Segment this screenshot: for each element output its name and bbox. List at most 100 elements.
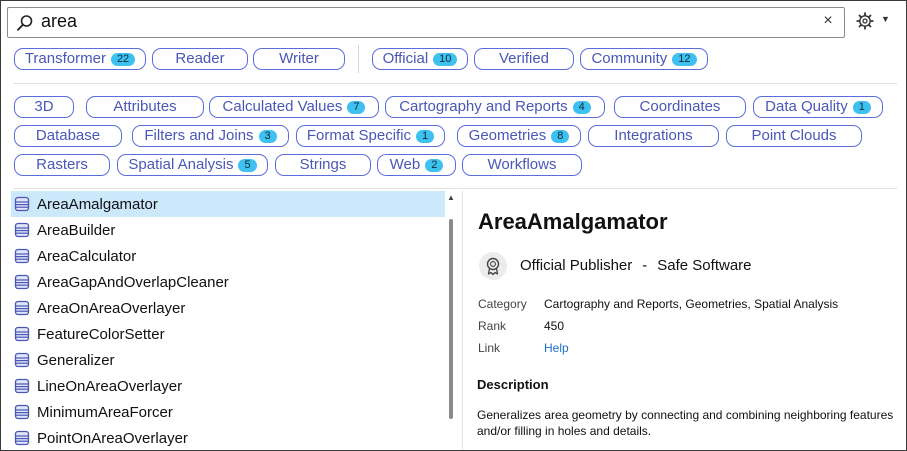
list-item-label: AreaCalculator (37, 247, 137, 265)
category-chip-3d[interactable]: 3D (14, 96, 74, 118)
count-badge: 2 (425, 158, 444, 172)
chip-label: Official (382, 50, 429, 67)
filter-chip-verified[interactable]: Verified (474, 48, 574, 70)
transformer-icon (14, 326, 30, 342)
category-chip-format-specific[interactable]: Format Specific 1 (296, 125, 445, 147)
chip-label: Spatial Analysis (128, 156, 234, 173)
filter-chip-writer[interactable]: Writer (253, 48, 345, 70)
category-chip-spatial-analysis[interactable]: Spatial Analysis 5 (117, 154, 268, 176)
list-item-label: AreaBuilder (37, 221, 116, 239)
chip-label: Reader (175, 50, 225, 67)
transformer-icon (14, 196, 30, 212)
transformer-icon (14, 222, 30, 238)
count-badge: 1 (416, 129, 435, 143)
list-item-label: Generalizer (37, 351, 115, 369)
chip-label: Rasters (36, 156, 88, 173)
chip-label: 3D (34, 98, 54, 115)
list-item-label: FeatureColorSetter (37, 325, 165, 343)
publisher-separator: - (642, 257, 648, 274)
filter-group-divider (358, 45, 359, 73)
chip-label: Filters and Joins (144, 127, 254, 144)
category-chip-workflows[interactable]: Workflows (462, 154, 582, 176)
transformer-icon (14, 352, 30, 368)
chip-label: Integrations (614, 127, 693, 144)
category-chip-coordinates[interactable]: Coordinates (614, 96, 746, 118)
category-chip-filters-and-joins[interactable]: Filters and Joins 3 (132, 125, 289, 147)
search-input[interactable] (41, 9, 801, 34)
list-item-label: AreaOnAreaOverlayer (37, 299, 186, 317)
chip-label: Point Clouds (751, 127, 837, 144)
category-chip-rasters[interactable]: Rasters (14, 154, 110, 176)
category-chip-web[interactable]: Web 2 (377, 154, 456, 176)
clear-search-button[interactable]: × (820, 12, 836, 30)
category-chip-geometries[interactable]: Geometries 8 (457, 125, 581, 147)
category-label: Category (478, 297, 527, 311)
chip-label: Attributes (113, 98, 177, 115)
scroll-thumb[interactable] (449, 219, 453, 419)
count-badge: 1 (852, 100, 871, 114)
filter-chip-official[interactable]: Official 10 (372, 48, 468, 70)
list-item-label: AreaGapAndOverlapCleaner (37, 273, 229, 291)
filter-chip-community[interactable]: Community 12 (580, 48, 708, 70)
transformer-icon (14, 378, 30, 394)
count-badge: 22 (110, 52, 136, 66)
category-chip-calculated-values[interactable]: Calculated Values 7 (209, 96, 379, 118)
list-item-label: AreaAmalgamator (37, 195, 158, 213)
chip-label: Database (35, 127, 101, 144)
count-badge: 12 (672, 52, 697, 66)
divider (13, 188, 897, 189)
list-item-featurecolorsetter[interactable]: FeatureColorSetter (11, 321, 445, 347)
scroll-up-arrow-icon[interactable]: ▲ (447, 193, 455, 202)
count-badge: 5 (238, 158, 257, 172)
list-item-generalizer[interactable]: Generalizer (11, 347, 445, 373)
list-item-areaamalgamator[interactable]: AreaAmalgamator (11, 191, 445, 217)
chip-label: Calculated Values (222, 98, 343, 115)
list-item-pointonareaoverlayer[interactable]: PointOnAreaOverlayer (11, 425, 445, 450)
list-item-areaonareaoverlayer[interactable]: AreaOnAreaOverlayer (11, 295, 445, 321)
help-link[interactable]: Help (544, 341, 569, 355)
list-item-areabuilder[interactable]: AreaBuilder (11, 217, 445, 243)
gear-icon (856, 12, 874, 30)
detail-pane: AreaAmalgamator Official Publisher - Safe … (477, 191, 897, 450)
divider (13, 83, 897, 84)
search-icon (17, 15, 33, 31)
count-badge: 8 (551, 129, 570, 143)
chip-label: Format Specific (306, 127, 412, 144)
chip-label: Coordinates (639, 98, 721, 115)
rank-label: Rank (478, 319, 507, 333)
category-chip-integrations[interactable]: Integrations (588, 125, 719, 147)
settings-menu-button[interactable]: ▼ (856, 12, 896, 34)
chip-label: Web (389, 156, 421, 173)
rank-value: 450 (544, 319, 565, 333)
transformer-icon (14, 274, 30, 290)
publisher-name: Safe Software (657, 257, 752, 274)
list-item-label: LineOnAreaOverlayer (37, 377, 183, 395)
search-bar: × (7, 7, 845, 38)
results-scrollbar[interactable]: ▲ (446, 191, 457, 450)
results-list: AreaAmalgamator AreaBuilder AreaCalculator… (11, 191, 445, 450)
list-item-lineonareaoverlayer[interactable]: LineOnAreaOverlayer (11, 373, 445, 399)
list-item-areagapandoverlapcleaner[interactable]: AreaGapAndOverlapCleaner (11, 269, 445, 295)
publisher-line: Official Publisher - Safe Software (520, 257, 752, 274)
category-chip-cartography-and-reports[interactable]: Cartography and Reports 4 (385, 96, 605, 118)
list-item-minimumareaforcer[interactable]: MinimumAreaForcer (11, 399, 445, 425)
count-badge: 10 (433, 52, 458, 66)
category-chip-strings[interactable]: Strings (275, 154, 371, 176)
chip-label: Cartography and Reports (399, 98, 568, 115)
list-item-areacalculator[interactable]: AreaCalculator (11, 243, 445, 269)
filter-chip-reader[interactable]: Reader (152, 48, 248, 70)
chip-label: Data Quality (765, 98, 848, 115)
publisher-type: Official Publisher (520, 257, 633, 274)
transformer-icon (14, 300, 30, 316)
list-item-label: MinimumAreaForcer (37, 403, 173, 421)
official-badge-icon (479, 252, 507, 280)
filter-chip-transformer[interactable]: Transformer 22 (14, 48, 146, 70)
app-window: × ▼ Transformer 22 Reader Writer Official 10 V… (0, 0, 907, 451)
category-chip-database[interactable]: Database (14, 125, 122, 147)
chip-label: Strings (299, 156, 347, 173)
description-text: Generalizes area geometry by connecting … (477, 408, 894, 438)
category-chip-attributes[interactable]: Attributes (86, 96, 204, 118)
category-chip-point-clouds[interactable]: Point Clouds (726, 125, 862, 147)
category-chip-data-quality[interactable]: Data Quality 1 (753, 96, 883, 118)
chip-label: Geometries (468, 127, 547, 144)
